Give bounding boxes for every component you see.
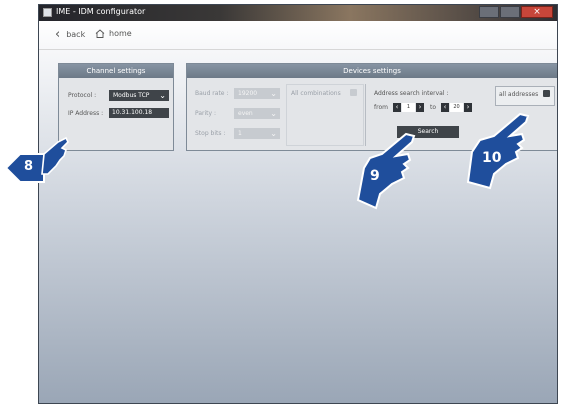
stop-bits-select[interactable]: 1 ⌄ (234, 128, 280, 139)
protocol-label: Protocol : (68, 92, 97, 99)
all-combinations-label: All combinations (291, 90, 341, 97)
home-icon (95, 29, 105, 38)
to-decrement-button[interactable]: ‹ (441, 103, 449, 112)
ip-address-input[interactable]: 10.31.100.18 (109, 108, 169, 118)
close-icon: × (533, 7, 541, 17)
chevron-down-icon: ⌄ (270, 89, 277, 98)
address-interval-label: Address search interval : (374, 90, 449, 97)
stop-bits-value: 1 (238, 130, 242, 137)
from-decrement-button[interactable]: ‹ (393, 103, 401, 112)
parity-label: Parity : (195, 110, 216, 117)
callout-8-number: 8 (24, 159, 34, 174)
back-label: back (66, 30, 86, 39)
app-icon (43, 8, 52, 17)
baud-rate-label: Baud rate : (195, 90, 229, 97)
window-title: IME - IDM configurator (56, 7, 146, 16)
from-label: from (374, 104, 388, 111)
main-content: ‹ back home Channel settings Protocol : … (39, 21, 557, 403)
protocol-value: Modbus TCP (113, 92, 150, 99)
protocol-select[interactable]: Modbus TCP ⌄ (109, 90, 169, 101)
pointing-hand-icon (38, 136, 74, 180)
minimize-button[interactable] (479, 6, 499, 18)
close-button[interactable]: × (521, 6, 553, 18)
nav-bar: ‹ back home (39, 21, 557, 50)
home-label: home (109, 29, 132, 38)
parity-value: even (238, 110, 253, 117)
app-window: IME - IDM configurator × ‹ back home Cha… (38, 4, 558, 404)
chevron-down-icon: ⌄ (270, 129, 277, 138)
chevron-down-icon: ⌄ (270, 109, 277, 118)
back-button[interactable]: ‹ back (55, 26, 86, 42)
to-label: to (430, 104, 437, 111)
callout-9: 9 (352, 128, 422, 214)
channel-settings-header: Channel settings (59, 64, 173, 78)
chevron-down-icon: ⌄ (159, 91, 166, 100)
chevron-left-icon: ‹ (443, 103, 447, 111)
stop-bits-label: Stop bits : (195, 130, 226, 137)
all-combinations-checkbox[interactable] (350, 89, 357, 96)
title-bar: IME - IDM configurator × (39, 5, 557, 21)
all-addresses-checkbox[interactable] (543, 90, 550, 97)
callout-10-number: 10 (482, 150, 502, 166)
callout-10: 10 (462, 108, 536, 194)
baud-rate-select[interactable]: 19200 ⌄ (234, 88, 280, 99)
from-increment-button[interactable]: › (416, 103, 424, 112)
from-value[interactable]: 1 (402, 103, 415, 112)
all-addresses-label: all addresses (499, 91, 539, 98)
chevron-left-icon: ‹ (55, 26, 61, 42)
callout-9-number: 9 (370, 168, 380, 184)
baud-rate-value: 19200 (238, 90, 258, 97)
chevron-left-icon: ‹ (395, 103, 399, 111)
maximize-button[interactable] (500, 6, 520, 18)
chevron-right-icon: › (418, 103, 422, 111)
parity-select[interactable]: even ⌄ (234, 108, 280, 119)
ip-address-label: IP Address : (68, 110, 104, 117)
devices-settings-header: Devices settings (187, 64, 557, 78)
channel-settings-panel: Channel settings Protocol : Modbus TCP ⌄… (58, 63, 174, 151)
home-button[interactable]: home (95, 29, 132, 38)
